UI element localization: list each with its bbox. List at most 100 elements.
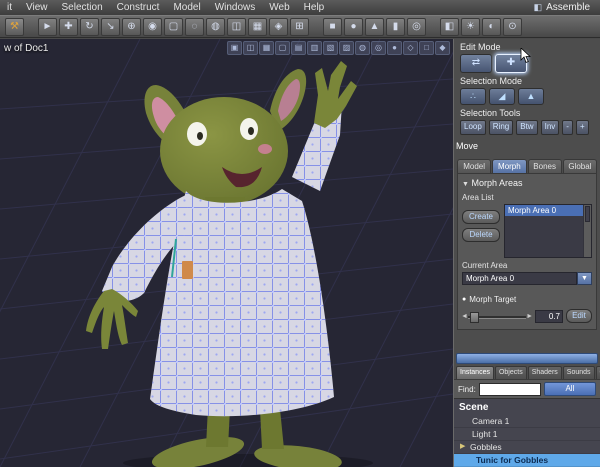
loop-select-button[interactable]: Loop <box>460 120 486 135</box>
between-select-button[interactable]: Btw <box>516 120 538 135</box>
ring-select-button[interactable]: Ring <box>488 120 514 135</box>
edit-morph-button[interactable]: Edit <box>566 309 592 323</box>
cylinder-primitive-icon[interactable]: ▮ <box>386 17 405 36</box>
menu-item-help[interactable]: Help <box>297 0 332 15</box>
tree-item-gobbles[interactable]: ▶ Gobbles <box>454 441 600 454</box>
menu-item-construct[interactable]: Construct <box>110 0 167 15</box>
box-select-icon[interactable]: ▢ <box>164 17 183 36</box>
textured-shading-icon[interactable]: ▧ <box>323 41 338 55</box>
flat-shading-icon[interactable]: ▤ <box>291 41 306 55</box>
camera-tool-icon[interactable]: ◧ <box>440 17 459 36</box>
morph-target-value-field[interactable]: 0.7 <box>535 309 563 323</box>
badge-sphere-icon[interactable]: ● <box>387 41 402 55</box>
slider-right-arrow-icon[interactable]: ► <box>526 312 533 321</box>
slider-left-arrow-icon[interactable]: ◄ <box>461 312 468 321</box>
smooth-shading-icon[interactable]: ▥ <box>307 41 322 55</box>
properties-panel: Edit Mode ⇄ ✚ Selection Mode ∴ ◢ ▲ Selec… <box>453 39 600 467</box>
invert-select-button[interactable]: Inv <box>540 120 560 135</box>
character-model[interactable] <box>86 61 373 467</box>
morph-areas-title: Morph Areas <box>471 178 523 188</box>
menu-item-web[interactable]: Web <box>262 0 296 15</box>
tab-global[interactable]: Global <box>562 159 597 173</box>
move-tool-icon[interactable]: ✚ <box>59 17 78 36</box>
selection-mode-section: Selection Mode ∴ ◢ ▲ <box>454 73 600 105</box>
expand-arrow-icon[interactable]: ▶ <box>460 441 465 453</box>
hammer-tool-icon[interactable]: ⚒ <box>5 17 24 36</box>
axis-gizmo-icon[interactable]: ◆ <box>435 41 450 55</box>
vertex-select-button[interactable]: ∴ <box>460 88 486 105</box>
grid-snap-icon[interactable]: ▦ <box>248 17 267 36</box>
menu-item-view[interactable]: View <box>19 0 55 15</box>
scale-tool-icon[interactable]: ↘ <box>101 17 120 36</box>
menu-item-windows[interactable]: Windows <box>208 0 263 15</box>
tree-item-light[interactable]: Light 1 <box>454 428 600 441</box>
cube-primitive-icon[interactable]: ■ <box>323 17 342 36</box>
tab-bones[interactable]: Bones <box>527 159 562 173</box>
quad-view-icon[interactable]: ▦ <box>259 41 274 55</box>
filter-all-button[interactable]: All <box>543 382 596 396</box>
axis-constraint-icon[interactable]: ⊞ <box>290 17 309 36</box>
menu-item-edit-partial[interactable]: it <box>0 0 19 15</box>
panel-divider-handle[interactable] <box>456 353 598 364</box>
tab-instances[interactable]: Instances <box>456 366 494 379</box>
tab-shaders[interactable]: Shaders <box>527 366 562 379</box>
collapse-triangle-icon: ▼ <box>462 181 469 188</box>
morph-target-slider[interactable]: ◄ ► <box>461 311 533 323</box>
face-select-button[interactable]: ▲ <box>518 88 544 105</box>
shaded-wire-icon[interactable]: ▨ <box>339 41 354 55</box>
room-mode-indicator[interactable]: ◧ Assemble <box>534 2 600 13</box>
morph-areas-header[interactable]: ▼ Morph Areas <box>462 176 592 190</box>
morph-area-list[interactable]: Morph Area 0 <box>504 204 592 258</box>
tab-model[interactable]: Model <box>457 159 492 173</box>
morph-edit-mode-button[interactable]: ✚ <box>495 54 527 73</box>
ghost-mode-icon[interactable]: ◇ <box>403 41 418 55</box>
active-tool-hint: Move <box>456 141 479 151</box>
mirror-tool-icon[interactable]: ◫ <box>227 17 246 36</box>
wireframe-mode-icon[interactable]: ▢ <box>275 41 290 55</box>
settings-tool-icon[interactable]: ⊙ <box>503 17 522 36</box>
slider-thumb[interactable] <box>470 311 479 323</box>
torus-primitive-icon[interactable]: ◎ <box>407 17 426 36</box>
soft-selection-icon[interactable]: ◉ <box>143 17 162 36</box>
render-mode-icon[interactable]: ◐ <box>482 17 501 36</box>
translate-edit-mode-button[interactable]: ⇄ <box>460 54 492 73</box>
rotate-tool-icon[interactable]: ↻ <box>80 17 99 36</box>
single-view-icon[interactable]: ▣ <box>227 41 242 55</box>
find-input[interactable] <box>478 382 541 396</box>
select-tool-icon[interactable]: ► <box>38 17 57 36</box>
create-area-button[interactable]: Create <box>462 210 500 224</box>
tab-objects[interactable]: Objects <box>494 366 527 379</box>
paint-select-icon[interactable]: ◍ <box>206 17 225 36</box>
magnet-tool-icon[interactable]: ◈ <box>269 17 288 36</box>
area-list-scrollbar[interactable] <box>583 205 591 257</box>
sphere-primitive-icon[interactable]: ● <box>344 17 363 36</box>
cone-primitive-icon[interactable]: ▲ <box>365 17 384 36</box>
grow-select-button[interactable]: + <box>575 120 589 135</box>
tab-clips[interactable]: Clips <box>595 366 600 379</box>
shrink-select-button[interactable]: - <box>562 120 573 135</box>
tab-morph[interactable]: Morph <box>492 159 527 173</box>
menu-item-model[interactable]: Model <box>166 0 207 15</box>
tree-item-camera[interactable]: Camera 1 <box>454 415 600 428</box>
morph-area-list-item[interactable]: Morph Area 0 <box>505 205 583 216</box>
delete-area-button[interactable]: Delete <box>462 228 500 242</box>
viewport-3d[interactable]: w of Doc1 ▣ ◫ ▦ ▢ ▤ ▥ ▧ ▨ ◍ ◎ ● ◇ □ ◆ <box>0 39 453 467</box>
badge-shield-icon[interactable]: ◎ <box>371 41 386 55</box>
viewport-title: w of Doc1 <box>4 42 49 54</box>
badge-globe-icon[interactable]: ◍ <box>355 41 370 55</box>
tab-sounds[interactable]: Sounds <box>562 366 595 379</box>
chevron-down-icon[interactable]: ▼ <box>577 272 592 285</box>
light-tool-icon[interactable]: ☀ <box>461 17 480 36</box>
main-toolbar: ⚒ ► ✚ ↻ ↘ ⊕ ◉ ▢ ◌ ◍ ◫ ▦ ◈ ⊞ ■ ● ▲ ▮ ◎ ◧ … <box>0 15 600 38</box>
find-label: Find: <box>458 384 476 394</box>
universal-manipulator-icon[interactable]: ⊕ <box>122 17 141 36</box>
menu-item-selection[interactable]: Selection <box>55 0 110 15</box>
split-view-icon[interactable]: ◫ <box>243 41 258 55</box>
viewport-canvas[interactable] <box>0 39 453 467</box>
edge-select-button[interactable]: ◢ <box>489 88 515 105</box>
lasso-select-icon[interactable]: ◌ <box>185 17 204 36</box>
tree-item-tunic-selected[interactable]: Tunic for Gobbles <box>454 454 600 467</box>
current-area-dropdown[interactable]: Morph Area 0 ▼ <box>462 272 592 285</box>
bbox-mode-icon[interactable]: □ <box>419 41 434 55</box>
morph-target-label: Morph Target <box>469 295 517 304</box>
